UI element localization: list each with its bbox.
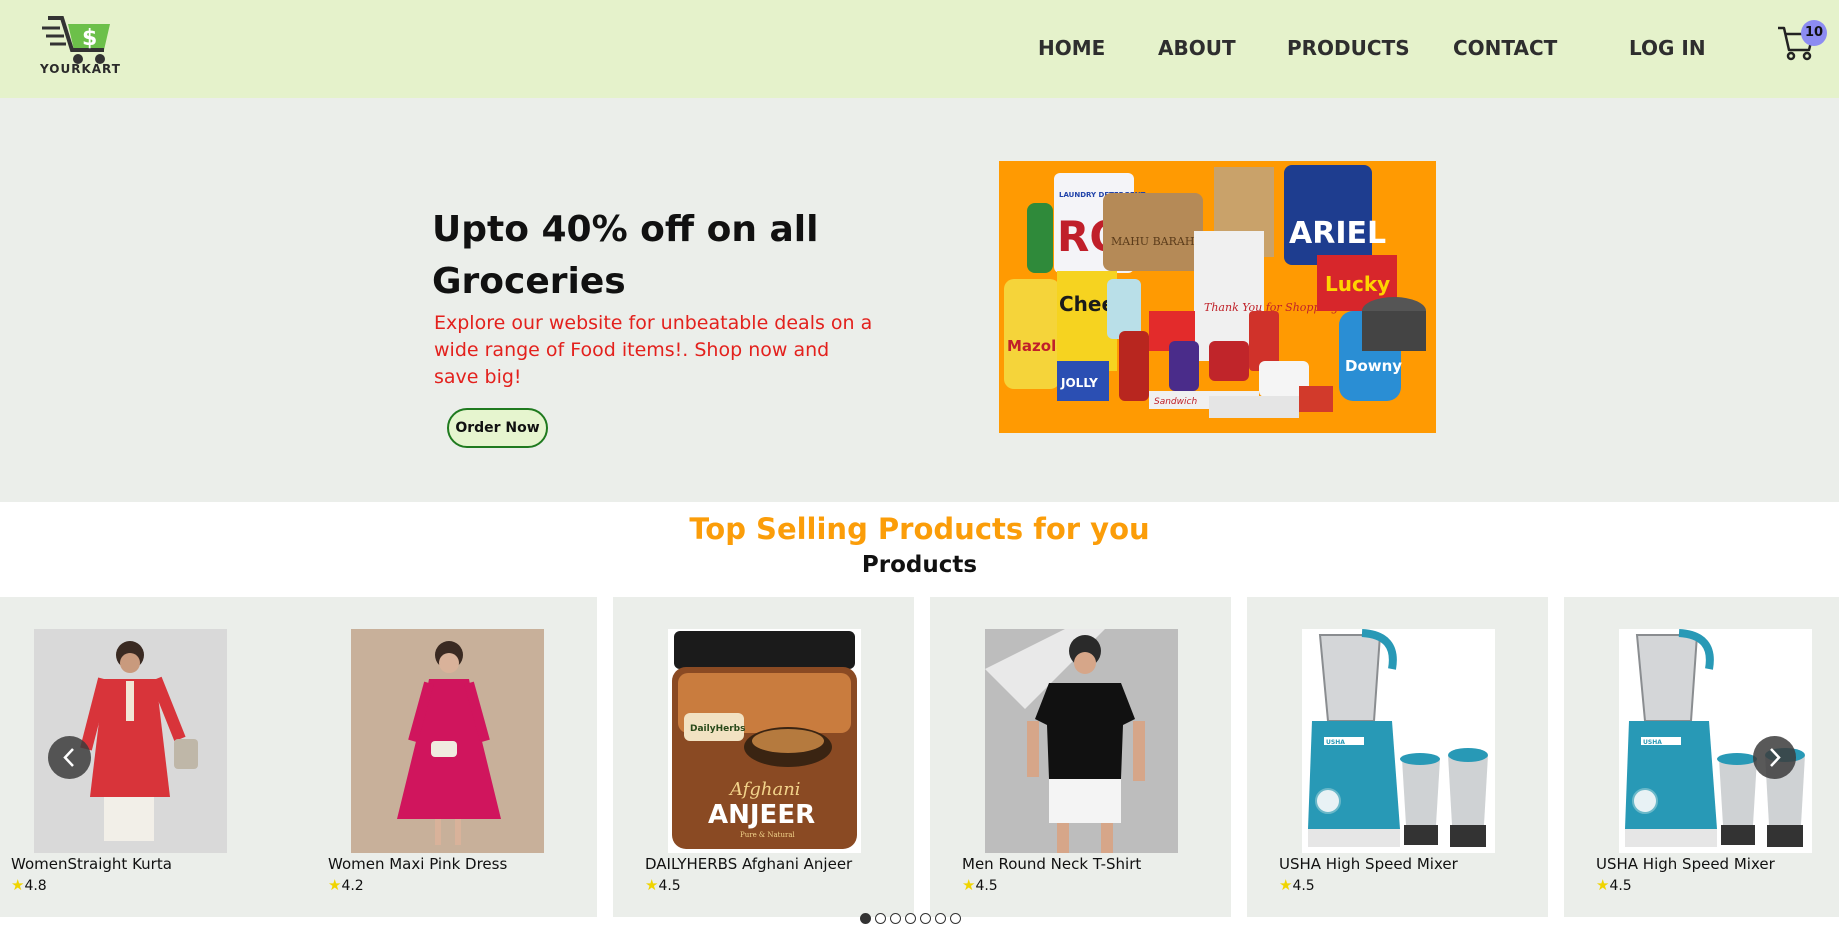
product-name[interactable]: Women Maxi Pink Dress [328,855,507,873]
carousel-next-button[interactable] [1753,736,1796,779]
star-icon: ★ [1279,876,1293,894]
carousel-dot[interactable] [950,913,961,924]
logo-text: YOURKART [40,62,121,76]
carousel-dot[interactable] [920,913,931,924]
product-card[interactable]: DailyHerbs Afghani ANJEER Pure & Natural… [613,597,914,917]
pkg-downy: Downy [1345,357,1402,375]
product-image-tshirt[interactable] [985,629,1178,853]
product-card[interactable]: USHA USHA High Speed Mixer ★4.5 [1564,597,1839,917]
mixer-brand-text: USHA [1643,739,1662,746]
pkg-mahu: MAHU BARAH [1111,235,1194,248]
product-rating: ★4.5 [645,876,681,894]
login-link[interactable]: LOG IN [1629,36,1706,60]
product-rating: ★4.2 [328,876,364,894]
star-icon: ★ [962,876,976,894]
product-image-anjeer[interactable]: DailyHerbs Afghani ANJEER Pure & Natural [668,629,861,853]
product-name[interactable]: Men Round Neck T-Shirt [962,855,1141,873]
carousel-dot[interactable] [905,913,916,924]
product-rating: ★4.8 [11,876,47,894]
hero-title: Upto 40% off on all Groceries [432,209,819,302]
groceries-image: LAUNDRY DETERGENT ROL MAHU BARAH Thank Y… [999,161,1436,433]
product-card[interactable]: USHA USHA High Speed Mixer ★4.5 [1247,597,1548,917]
star-icon: ★ [645,876,659,894]
mixer-brand-text: USHA [1326,739,1345,746]
pkg-sandwich: Sandwich [1154,397,1197,407]
carousel-dot[interactable] [935,913,946,924]
star-icon: ★ [328,876,342,894]
nav-home[interactable]: HOME [1038,36,1105,60]
star-icon: ★ [11,876,25,894]
cart-count-badge: 10 [1801,20,1827,46]
nav-products[interactable]: PRODUCTS [1287,36,1410,60]
carousel-prev-button[interactable] [48,736,91,779]
product-name[interactable]: WomenStraight Kurta [11,855,172,873]
svg-text:$: $ [82,26,97,51]
carousel-dot[interactable] [860,913,871,924]
pkg-ariel: ARIEL [1289,216,1386,251]
product-rating: ★4.5 [1596,876,1632,894]
products-subtitle: Products [861,552,978,578]
anjeer-brand-text: DailyHerbs [690,724,745,734]
carousel-dot[interactable] [890,913,901,924]
pkg-jolly: JOLLY [1060,376,1098,390]
nav-contact[interactable]: CONTACT [1453,36,1557,60]
chevron-right-icon [1770,748,1781,767]
product-card[interactable]: WomenStraight Kurta ★4.8 [0,597,301,917]
anjeer-pure-text: Pure & Natural [740,831,796,839]
anjeer-label-text: ANJEER [708,800,815,830]
product-rating: ★4.5 [962,876,998,894]
product-name[interactable]: USHA High Speed Mixer [1596,855,1775,873]
star-icon: ★ [1596,876,1610,894]
order-now-button[interactable]: Order Now [447,408,548,448]
chevron-left-icon [63,748,74,767]
hero-banner: Upto 40% off on all Groceries Explore ou… [0,98,1839,502]
product-name[interactable]: DAILYHERBS Afghani Anjeer [645,855,852,873]
pkg-lucky: Lucky [1325,272,1390,296]
hero-subtitle: Explore our website for unbeatable deals… [434,312,873,388]
product-card[interactable]: Men Round Neck T-Shirt ★4.5 [930,597,1231,917]
navbar: $ YOURKART HOME ABOUT PRODUCTS CONTACT L… [0,0,1839,98]
top-selling-title: Top Selling Products for you [689,512,1150,546]
anjeer-afghani-text: Afghani [728,779,801,800]
product-name[interactable]: USHA High Speed Mixer [1279,855,1458,873]
nav-about[interactable]: ABOUT [1158,36,1236,60]
product-image-mixer[interactable]: USHA [1302,629,1495,853]
product-card[interactable]: Women Maxi Pink Dress ★4.2 [296,597,597,917]
carousel-dot[interactable] [875,913,886,924]
product-image-dress[interactable] [351,629,544,853]
product-rating: ★4.5 [1279,876,1315,894]
carousel-dots [860,909,965,924]
